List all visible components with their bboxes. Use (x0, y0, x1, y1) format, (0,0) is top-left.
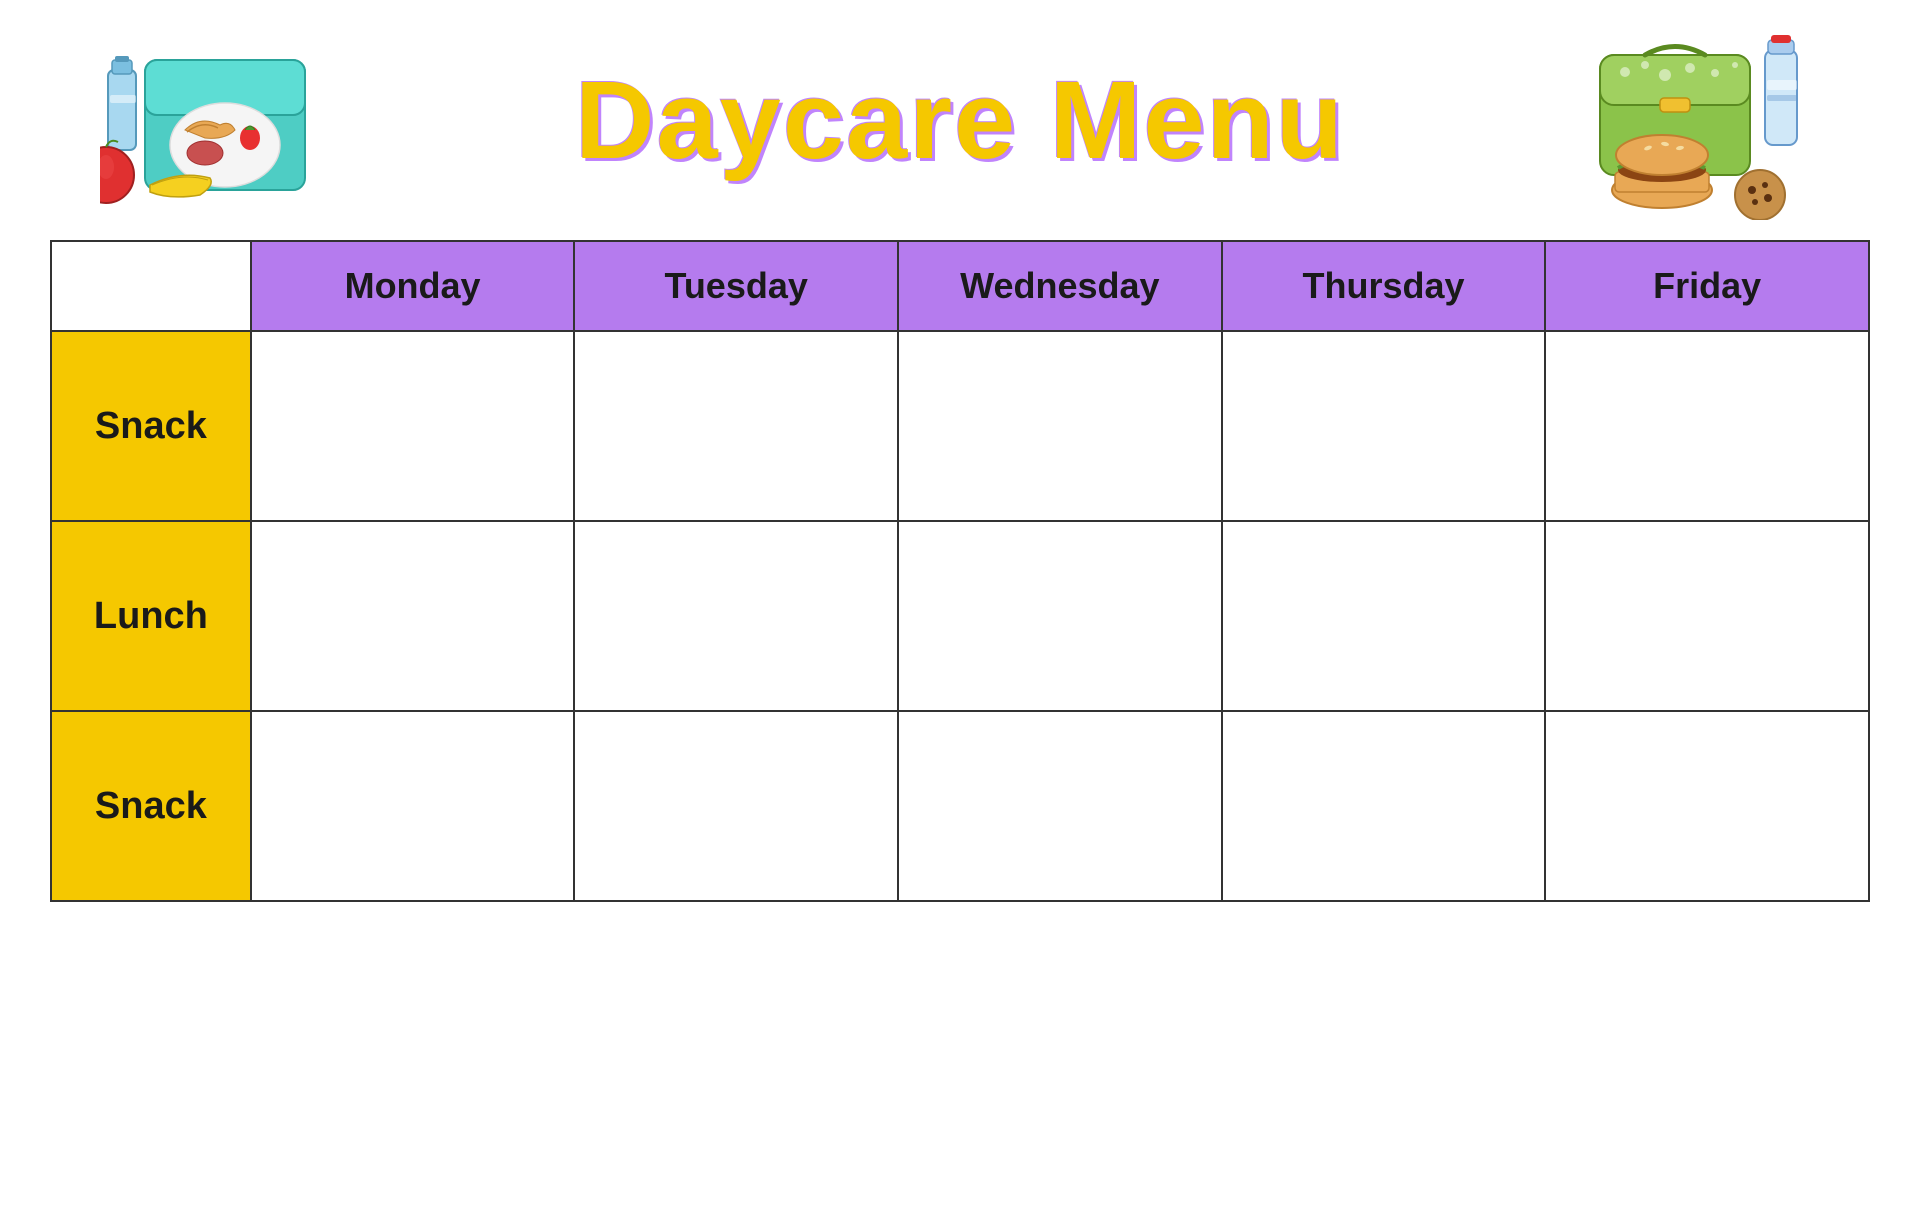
snack1-wednesday[interactable] (898, 331, 1222, 521)
snack1-tuesday[interactable] (574, 331, 898, 521)
friday-header: Friday (1545, 241, 1869, 331)
thursday-header: Thursday (1222, 241, 1546, 331)
tuesday-header: Tuesday (574, 241, 898, 331)
wednesday-header: Wednesday (898, 241, 1222, 331)
snack1-monday[interactable] (251, 331, 575, 521)
snack2-friday[interactable] (1545, 711, 1869, 901)
snack1-thursday[interactable] (1222, 331, 1546, 521)
lunchbox-icon (100, 30, 330, 225)
header: Daycare Menu (40, 20, 1880, 240)
snack2-thursday[interactable] (1222, 711, 1546, 901)
snack-row-1: Snack (51, 331, 1869, 521)
lunch-tuesday[interactable] (574, 521, 898, 711)
empty-header-cell (51, 241, 251, 331)
lunch-thursday[interactable] (1222, 521, 1546, 711)
menu-table-wrapper: Monday Tuesday Wednesday Thursday Friday… (50, 240, 1870, 902)
snack-label-1: Snack (51, 331, 251, 521)
menu-table: Monday Tuesday Wednesday Thursday Friday… (50, 240, 1870, 902)
page-container: Daycare Menu (0, 0, 1920, 1216)
header-row: Monday Tuesday Wednesday Thursday Friday (51, 241, 1869, 331)
lunch-label: Lunch (51, 521, 251, 711)
lunch-row: Lunch (51, 521, 1869, 711)
food-icon (1590, 30, 1820, 225)
snack-row-2: Snack (51, 711, 1869, 901)
snack2-wednesday[interactable] (898, 711, 1222, 901)
monday-header: Monday (251, 241, 575, 331)
snack2-monday[interactable] (251, 711, 575, 901)
lunch-monday[interactable] (251, 521, 575, 711)
page-title: Daycare Menu (575, 60, 1345, 181)
snack1-friday[interactable] (1545, 331, 1869, 521)
snack2-tuesday[interactable] (574, 711, 898, 901)
snack-label-2: Snack (51, 711, 251, 901)
lunch-friday[interactable] (1545, 521, 1869, 711)
lunch-wednesday[interactable] (898, 521, 1222, 711)
